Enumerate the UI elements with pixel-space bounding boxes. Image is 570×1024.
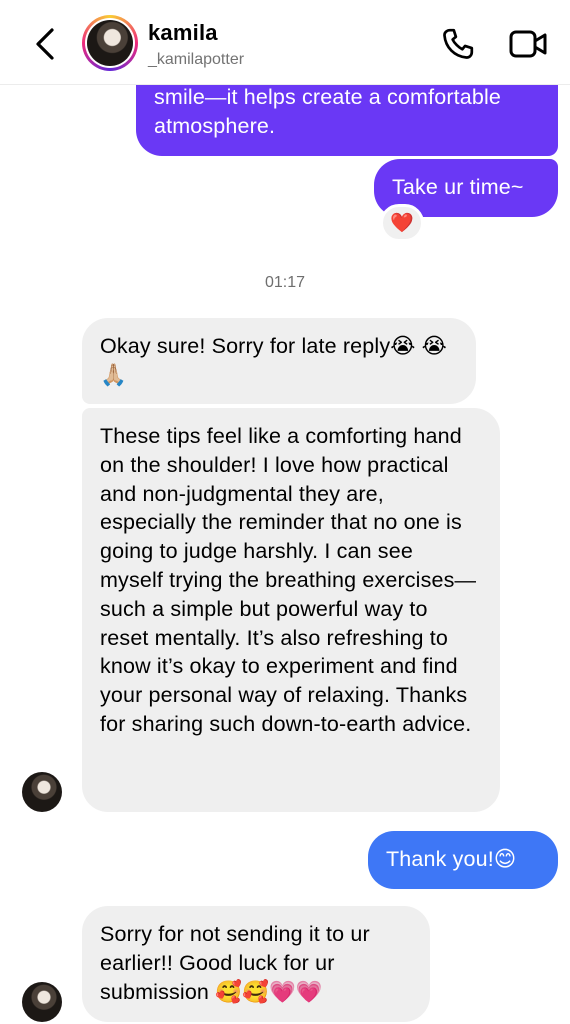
sender-avatar[interactable] [22,982,62,1022]
avatar[interactable] [82,15,138,71]
timestamp: 01:17 [264,274,306,291]
phone-icon [443,28,474,59]
back-button[interactable] [28,24,64,64]
heart-reaction[interactable]: ❤️ [380,204,424,242]
call-button[interactable] [440,26,476,62]
video-call-button[interactable] [508,28,548,60]
video-camera-icon [509,30,547,58]
outgoing-message[interactable]: smile—it helps create a comfortable atmo… [136,74,558,156]
sender-avatar[interactable] [22,772,62,812]
incoming-message[interactable]: Sorry for not sending it to ur earlier!!… [82,906,430,1022]
avatar-image [87,20,133,66]
contact-name[interactable]: kamila [148,20,218,46]
chevron-left-icon [36,28,54,60]
chat-header: kamila _kamilapotter [0,0,570,85]
heart-icon: ❤️ [390,213,414,234]
outgoing-message[interactable]: Thank you!😊 [368,831,558,889]
contact-username: _kamilapotter [148,51,245,68]
incoming-message[interactable]: These tips feel like a comforting hand o… [82,408,500,812]
incoming-message[interactable]: Okay sure! Sorry for late reply😭 😭🙏🏼 [82,318,476,404]
